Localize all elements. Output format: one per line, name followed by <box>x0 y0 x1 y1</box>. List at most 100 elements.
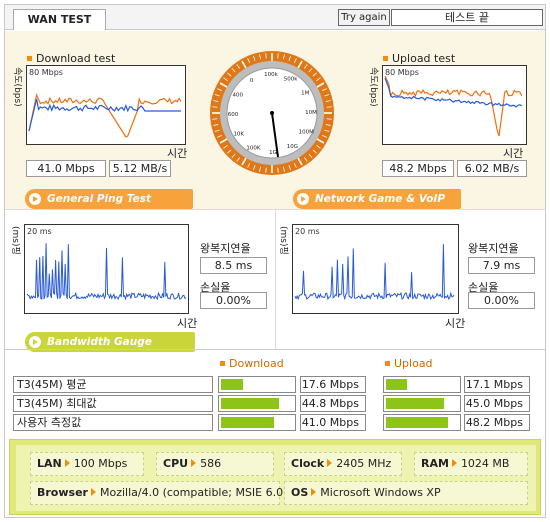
bandwidth-row-label: T3(45M) 최대값 <box>13 395 213 412</box>
download-mbps: 41.0 Mbps <box>26 160 106 177</box>
gauge-tick-label: 100k <box>264 72 278 78</box>
system-info-inner: LAN 100 Mbps CPU 586 Clock 2405 MHz RAM 1024… <box>16 445 536 511</box>
ping-ylabel: (ms)핑 <box>10 226 20 255</box>
gauge-tick <box>212 118 218 120</box>
try-again-button[interactable]: Try again <box>338 9 390 26</box>
download-bar-fill <box>221 379 243 390</box>
download-bar <box>218 395 296 412</box>
download-ylabel: 속도(bps) <box>12 67 22 107</box>
upload-bar <box>383 395 461 412</box>
download-label: Download test <box>36 52 116 65</box>
upload-mbs: 6.02 MB/s <box>457 160 527 177</box>
gauge-tick-label: 10M <box>305 110 317 116</box>
download-chart: 80 Mbps <box>26 65 186 145</box>
download-chart-svg <box>28 93 182 138</box>
upload-mbps: 48.2 Mbps <box>382 160 454 177</box>
gauge-tick <box>326 118 332 120</box>
upload-bar-value: 45.0 Mbps <box>464 395 530 412</box>
upload-bar-value: 17.1 Mbps <box>464 376 530 393</box>
upload-label: Upload test <box>392 52 456 65</box>
download-bar-value: 17.6 Mbps <box>300 376 366 393</box>
game-ylabel: (ms)핑 <box>278 226 288 255</box>
square-icon <box>220 360 225 366</box>
download-series-orange <box>28 93 182 138</box>
game-series <box>294 244 455 301</box>
game-rtt-label: 왕복지연율 <box>468 242 519 255</box>
upload-bar-fill <box>386 379 407 390</box>
speed-gauge: 0 100k 500k 1M 10M 100M 10G 1G 100K 10K 600 400 <box>210 51 334 175</box>
bandwidth-row-label: T3(45M) 평균 <box>13 376 213 393</box>
game-rtt: 7.9 ms <box>468 257 535 274</box>
game-xlabel: 시간 <box>445 317 466 330</box>
arrow-right-icon <box>29 193 41 205</box>
game-chart: 20 ms <box>292 224 459 314</box>
triangle-right-icon <box>311 488 317 496</box>
wan-test-panel: WAN TEST Try again 테스트 끝 Download test 속… <box>4 4 546 518</box>
gauge-tick <box>265 167 267 173</box>
lan-info: LAN 100 Mbps <box>30 452 144 476</box>
download-bar-fill <box>221 398 279 409</box>
ping-chart: 20 ms <box>24 224 189 314</box>
ping-loss: 0.00% <box>200 292 267 309</box>
ping-rtt-label: 왕복지연율 <box>200 242 251 255</box>
ram-info: RAM 1024 MB <box>414 452 528 476</box>
speed-section: Download test 속도(bps) 80 Mbps 시간 41.0 Mb… <box>5 31 545 225</box>
status-text: 테스트 끝 <box>391 9 543 26</box>
ping-xlabel: 시간 <box>177 317 198 330</box>
triangle-right-icon <box>451 459 457 467</box>
download-bar-value: 44.8 Mbps <box>300 395 366 412</box>
upload-bar <box>383 376 461 393</box>
game-loss: 0.00% <box>468 292 535 309</box>
gauge-tick <box>212 106 218 108</box>
arrow-right-icon <box>29 336 41 348</box>
ping-series <box>26 243 187 301</box>
header-bar: WAN TEST Try again 테스트 끝 <box>5 5 545 30</box>
upload-bar-fill <box>386 417 448 428</box>
download-bar-value: 41.0 Mbps <box>300 414 366 431</box>
arrow-right-icon <box>297 193 309 205</box>
gauge-tick-label: 500k <box>284 77 298 83</box>
upload-bar <box>383 414 461 431</box>
cpu-info: CPU 586 <box>156 452 274 476</box>
gauge-tick-label: 1M <box>301 91 309 97</box>
system-info: LAN 100 Mbps CPU 586 Clock 2405 MHz RAM 1024… <box>9 439 541 515</box>
triangle-right-icon <box>64 459 70 467</box>
gauge-tick-label: 10G <box>287 144 298 150</box>
download-bar-fill <box>221 417 274 428</box>
square-icon <box>383 55 388 61</box>
gauge-tick-label: 0 <box>250 78 254 84</box>
triangle-right-icon <box>90 488 96 496</box>
upload-xlabel: 시간 <box>503 147 524 160</box>
bandwidth-upload-head: Upload <box>385 357 433 370</box>
os-info: OS Microsoft Windows XP <box>284 481 528 505</box>
ping-rtt: 8.5 ms <box>200 257 267 274</box>
game-chart-svg <box>294 244 455 301</box>
game-tab[interactable]: Network Game & VoIP Test <box>293 189 461 225</box>
ping-chart-svg <box>26 243 187 301</box>
square-icon <box>385 360 390 366</box>
triangle-right-icon <box>191 459 197 467</box>
browser-info: Browser Mozilla/4.0 (compatible; MSIE 6.0 <box>30 481 283 505</box>
download-bar <box>218 414 296 431</box>
clock-info: Clock 2405 MHz <box>284 452 402 476</box>
bandwidth-download-head: Download <box>220 357 284 370</box>
square-icon <box>27 55 32 61</box>
ping-tab-label: General Ping Test <box>47 193 151 205</box>
gauge-hub <box>270 111 274 115</box>
gauge-tick-label: 100M <box>299 130 314 136</box>
download-title: Download test <box>27 52 115 65</box>
gauge-tick <box>277 167 279 173</box>
gauge-tick-label: 400 <box>232 92 243 98</box>
triangle-right-icon <box>327 459 333 467</box>
upload-chart-svg <box>384 75 523 137</box>
download-bar <box>218 376 296 393</box>
download-xlabel: 시간 <box>167 147 188 160</box>
upload-bar-fill <box>386 398 444 409</box>
gauge-tick-label: 100K <box>246 145 260 151</box>
gauge-tick-label: 600 <box>228 112 239 118</box>
gauge-tick <box>277 53 279 59</box>
upload-title: Upload test <box>383 52 455 65</box>
tab-wan-test[interactable]: WAN TEST <box>13 9 106 30</box>
ping-tab[interactable]: General Ping Test <box>25 189 193 209</box>
bandwidth-row-label: 사용자 측정값 <box>13 414 213 431</box>
